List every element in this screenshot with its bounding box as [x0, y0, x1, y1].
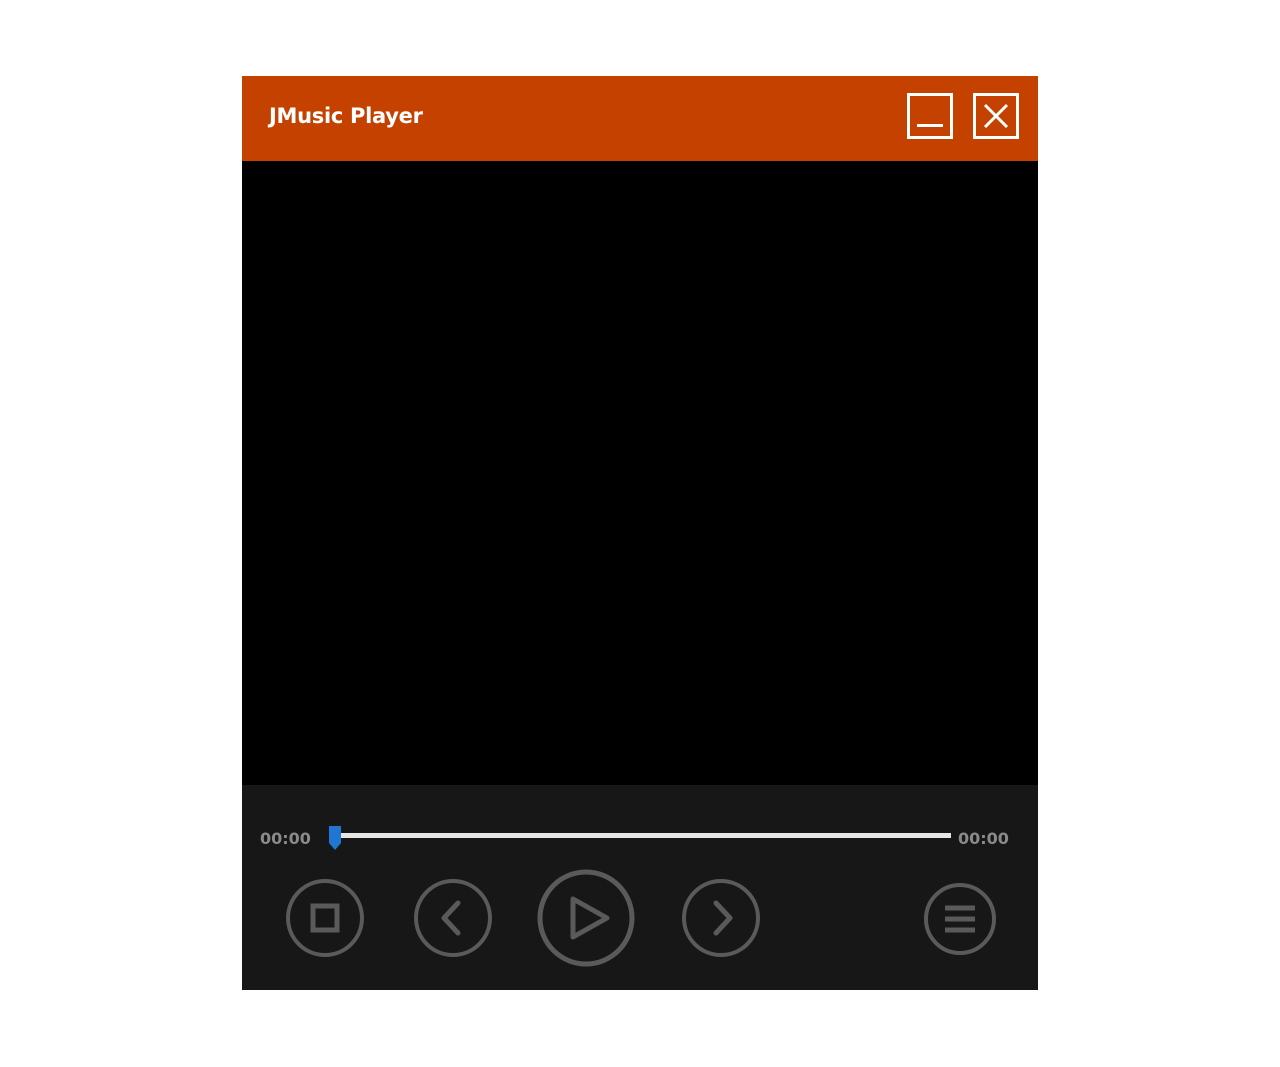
previous-button[interactable]	[412, 877, 494, 959]
stop-button[interactable]	[284, 877, 366, 959]
menu-icon	[924, 883, 996, 955]
stop-icon	[286, 879, 364, 957]
elapsed-time: 00:00	[260, 829, 311, 848]
seek-thumb[interactable]	[328, 825, 342, 851]
minimize-icon	[917, 124, 943, 127]
close-button[interactable]	[973, 93, 1019, 139]
playlist-button[interactable]	[922, 881, 998, 957]
total-time: 00:00	[958, 829, 1009, 848]
close-icon	[983, 103, 1009, 129]
seek-bar[interactable]	[334, 833, 951, 838]
chevron-right-icon	[682, 879, 760, 957]
play-icon	[537, 869, 635, 967]
minimize-button[interactable]	[907, 93, 953, 139]
play-button[interactable]	[535, 867, 637, 969]
title-bar[interactable]: JMusic Player	[242, 76, 1038, 161]
player-window: JMusic Player 00:00 00:00	[242, 76, 1038, 990]
video-display[interactable]	[242, 161, 1038, 785]
controls-panel: 00:00 00:00	[242, 785, 1038, 990]
window-title: JMusic Player	[269, 104, 423, 128]
next-button[interactable]	[680, 877, 762, 959]
chevron-left-icon	[414, 879, 492, 957]
